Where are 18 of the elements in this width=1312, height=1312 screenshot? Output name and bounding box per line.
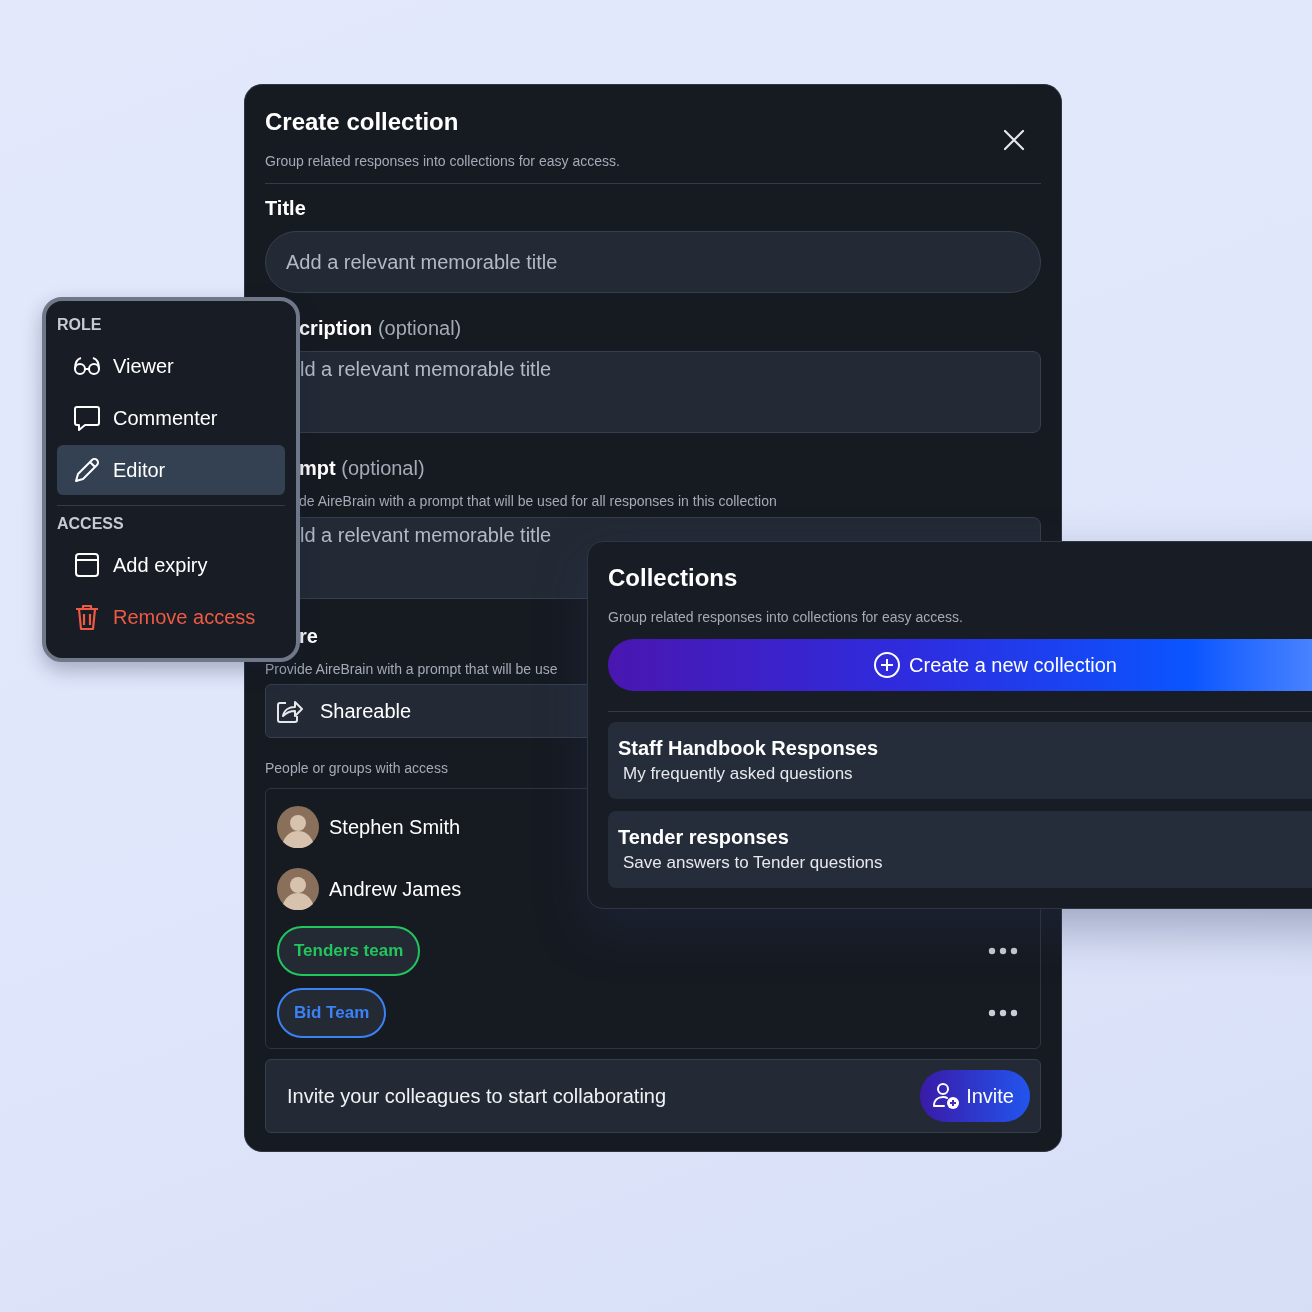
member-name: Stephen Smith (329, 815, 461, 839)
dialog-subtitle: Group related responses into collections for easy access. (265, 152, 620, 171)
field-label: mpt (optional) (298, 456, 426, 480)
group-tag: Bid Team (277, 988, 387, 1038)
field-label: Title (265, 196, 307, 220)
field-hint: Provide AireBrain with a prompt that will be use (265, 660, 558, 679)
section-label: People or groups with access (265, 759, 448, 778)
member-name: Andrew James (329, 877, 462, 901)
group-tag: Tenders team (277, 926, 421, 976)
menu-heading: ACCESS (57, 514, 125, 534)
field-label: re (298, 624, 319, 648)
field-label: cription (optional) (298, 316, 463, 340)
field-hint: de AireBrain with a prompt that will be used for all responses in this collection (298, 492, 777, 511)
menu-heading: ROLE (57, 315, 103, 335)
panel-subtitle: Group related responses into collections for easy access. (608, 608, 964, 627)
dialog-title: Create collection (265, 107, 460, 137)
panel-title: Collections (608, 563, 739, 593)
invite-text: Invite your colleagues to start collaborating (287, 1084, 667, 1108)
